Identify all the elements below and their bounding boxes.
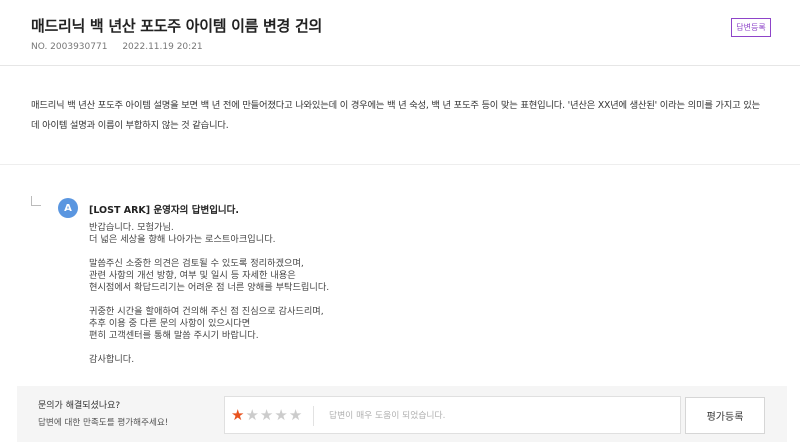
answer-line: 더 넓은 세상을 향해 나아가는 로스트아크입니다.: [89, 234, 276, 245]
rating-submit-button[interactable]: 평가등록: [685, 397, 765, 434]
answer-paragraph: 말씀주신 소중한 의견은 검토될 수 있도록 정리하겠으며, 관련 사항의 개선 …: [89, 258, 329, 294]
answer-line: 반갑습니다. 모험가님.: [89, 222, 174, 233]
reply-register-button[interactable]: 답변등록: [731, 18, 771, 37]
answer-line: 말씀주신 소중한 의견은 검토될 수 있도록 정리하겠으며,: [89, 258, 304, 269]
answer-body: 반갑습니다. 모험가님. 더 넓은 세상을 향해 나아가는 로스트아크입니다. 말씀…: [89, 222, 329, 378]
question-datetime: 2022.11.19 20:21: [122, 42, 203, 52]
rating-panel: 문의가 해결되셨나요? 답변에 대한 만족도를 평가해주세요! ★★★★★ 평가…: [17, 386, 787, 442]
star-icon[interactable]: ★: [260, 406, 273, 424]
feedback-input[interactable]: [329, 405, 669, 427]
star-icon[interactable]: ★: [274, 406, 287, 424]
answer-paragraph: 귀중한 시간을 할애하여 건의해 주신 점 진심으로 감사드리며, 추후 이용 중…: [89, 306, 329, 342]
reply-indent-icon: [31, 196, 41, 206]
question-body: 매드리닉 백 년산 포도주 아이템 설명을 보면 백 년 전에 만들어졌다고 나…: [31, 100, 760, 131]
section-divider: [0, 164, 800, 165]
rating-input-box: ★ ★ ★ ★ ★: [224, 396, 681, 434]
question-meta: NO. 2003930771 2022.11.19 20:21: [31, 42, 203, 52]
star-icon[interactable]: ★: [289, 406, 302, 424]
question-title: 매드리닉 백 년산 포도주 아이템 이름 변경 건의: [31, 17, 322, 35]
star-rating[interactable]: ★ ★ ★ ★ ★: [231, 406, 302, 424]
question-number: NO. 2003930771: [31, 42, 108, 52]
answer-paragraph: 반갑습니다. 모험가님. 더 넓은 세상을 향해 나아가는 로스트아크입니다.: [89, 222, 329, 246]
question-header: 매드리닉 백 년산 포도주 아이템 이름 변경 건의 NO. 200393077…: [0, 0, 800, 66]
rating-separator: [313, 406, 314, 426]
rating-subtext: 답변에 대한 만족도를 평가해주세요!: [38, 418, 169, 428]
answer-line: 관련 사항의 개선 방향, 여부 및 일시 등 자세한 내용은: [89, 270, 296, 281]
answer-paragraph: 감사합니다.: [89, 354, 329, 366]
answer-title: [LOST ARK] 운영자의 답변입니다.: [89, 205, 240, 216]
star-icon[interactable]: ★: [245, 406, 258, 424]
answer-line: 귀중한 시간을 할애하여 건의해 주신 점 진심으로 감사드리며,: [89, 306, 324, 317]
answer-line: 추후 이용 중 다른 문의 사항이 있으시다면: [89, 318, 251, 329]
star-icon[interactable]: ★: [231, 406, 244, 424]
answer-line: 감사합니다.: [89, 354, 135, 365]
answer-line: 현시점에서 확답드리기는 어려운 점 너른 양해를 부탁드립니다.: [89, 282, 330, 293]
admin-avatar: A: [58, 198, 78, 218]
rating-question: 문의가 해결되셨나요?: [38, 401, 121, 411]
answer-line: 편히 고객센터를 통해 말씀 주시기 바랍니다.: [89, 330, 259, 341]
